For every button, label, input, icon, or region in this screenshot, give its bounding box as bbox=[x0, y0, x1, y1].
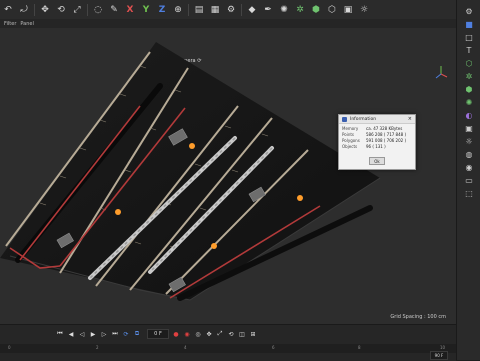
next-frame-icon[interactable]: ▷ bbox=[100, 330, 108, 338]
redo-icon[interactable]: ⤾ bbox=[18, 4, 30, 16]
close-icon[interactable]: × bbox=[408, 116, 412, 122]
brush-icon[interactable]: ✎ bbox=[108, 4, 120, 16]
sky-icon[interactable]: ◍ bbox=[464, 149, 474, 159]
row-value: 96 ( 131 ) bbox=[366, 144, 386, 149]
cube-icon[interactable]: ■ bbox=[464, 19, 474, 29]
render-view-icon[interactable]: ▦ bbox=[209, 4, 221, 16]
spline-icon[interactable]: □ bbox=[464, 32, 474, 42]
record-icon[interactable]: ● bbox=[172, 330, 180, 338]
ok-button[interactable]: Ok bbox=[369, 157, 385, 165]
live-select-icon[interactable]: ◌ bbox=[92, 4, 104, 16]
move-icon[interactable]: ✥ bbox=[39, 4, 51, 16]
playback-controls: ⏮ ◀ ◁ ▶ ▷ ⏭ ⟳ ⧉ 0 F ● ◉ ◎ ✥ ⤢ ⟲ ◫ ⊞ bbox=[56, 329, 260, 339]
autokey-icon[interactable]: ◉ bbox=[183, 330, 191, 338]
dialog-row: Objects 96 ( 131 ) bbox=[342, 144, 412, 150]
z-axis-lock[interactable]: Z bbox=[156, 4, 168, 16]
rotate-icon[interactable]: ⟲ bbox=[55, 4, 67, 16]
position-key-icon[interactable]: ✥ bbox=[205, 330, 213, 338]
frame-ruler[interactable]: 0 2 4 6 8 10 bbox=[0, 344, 456, 353]
subdivision-icon[interactable]: ✺ bbox=[278, 4, 290, 16]
environment-icon[interactable]: ◉ bbox=[464, 162, 474, 172]
array-icon[interactable]: ✲ bbox=[464, 71, 474, 81]
bend-icon[interactable]: ✺ bbox=[464, 97, 474, 107]
ceiling-slab bbox=[0, 42, 380, 300]
grid-spacing-label: Grid Spacing : 100 cm bbox=[390, 314, 446, 320]
pla-key-icon[interactable]: ⊞ bbox=[249, 330, 257, 338]
snap-icon[interactable]: ⧉ bbox=[133, 330, 141, 338]
scale-key-icon[interactable]: ⤢ bbox=[216, 330, 224, 338]
coordinate-system-icon[interactable]: ⊕ bbox=[172, 4, 184, 16]
keyframe-selection-icon[interactable]: ◎ bbox=[194, 330, 202, 338]
ruler-tick: 6 bbox=[272, 345, 275, 350]
nurbs-icon[interactable]: ⬡ bbox=[464, 58, 474, 68]
ruler-tick: 8 bbox=[358, 345, 361, 350]
go-to-end-icon[interactable]: ⏭ bbox=[111, 330, 119, 338]
frame-input[interactable]: 0 F bbox=[147, 329, 169, 339]
scene-geometry bbox=[0, 42, 381, 301]
previous-key-icon[interactable]: ◀ bbox=[67, 330, 75, 338]
light-icon[interactable]: ☼ bbox=[358, 4, 370, 16]
text-icon[interactable]: T bbox=[464, 45, 474, 55]
end-frame-input[interactable]: 90 F bbox=[430, 351, 448, 360]
parameter-key-icon[interactable]: ◫ bbox=[238, 330, 246, 338]
dialog-titlebar: Information × bbox=[339, 115, 415, 124]
tag-icon[interactable]: ◐ bbox=[464, 110, 474, 120]
previous-frame-icon[interactable]: ◁ bbox=[78, 330, 86, 338]
main-toolbar: ↶ ⤾ ✥ ⟲ ⤢ ◌ ✎ X Y Z ⊕ ▤ ▦ ⚙ ◆ ✒ ✺ ✲ ⬢ ⬡ … bbox=[0, 0, 456, 20]
ruler-tick: 0 bbox=[8, 345, 11, 350]
menu-filter[interactable]: Filter bbox=[4, 21, 16, 27]
divider bbox=[34, 3, 35, 16]
information-dialog: Information × Memory ca. 47 328 KBytes P… bbox=[338, 114, 416, 170]
pen-icon[interactable]: ✒ bbox=[262, 4, 274, 16]
floor-icon[interactable]: ⬡ bbox=[326, 4, 338, 16]
deformer-icon[interactable]: ⬢ bbox=[310, 4, 322, 16]
rotation-key-icon[interactable]: ⟲ bbox=[227, 330, 235, 338]
render-settings-icon[interactable]: ⚙ bbox=[225, 4, 237, 16]
divider bbox=[241, 3, 242, 16]
render-region-icon[interactable]: ▤ bbox=[193, 4, 205, 16]
gear-icon[interactable]: ⚙ bbox=[464, 6, 474, 16]
undo-icon[interactable]: ↶ bbox=[2, 4, 14, 16]
divider bbox=[87, 3, 88, 16]
timeline-panel: ⏮ ◀ ◁ ▶ ▷ ⏭ ⟳ ⧉ 0 F ● ◉ ◎ ✥ ⤢ ⟲ ◫ ⊞ 0 2 … bbox=[0, 324, 456, 361]
atom-icon[interactable]: ⬢ bbox=[464, 84, 474, 94]
scene-icon[interactable]: ⬚ bbox=[464, 188, 474, 198]
loop-icon[interactable]: ⟳ bbox=[122, 330, 130, 338]
x-axis-lock[interactable]: X bbox=[124, 4, 136, 16]
dialog-title: Information bbox=[350, 116, 377, 122]
go-to-start-icon[interactable]: ⏮ bbox=[56, 330, 64, 338]
row-key: Objects bbox=[342, 144, 358, 149]
camera-icon[interactable]: ▣ bbox=[464, 123, 474, 133]
dialog-body: Memory ca. 47 328 KBytes Points 586 208 … bbox=[339, 124, 415, 152]
play-icon[interactable]: ▶ bbox=[89, 330, 97, 338]
menu-panel[interactable]: Panel bbox=[20, 21, 34, 27]
ruler-tick: 2 bbox=[96, 345, 99, 350]
cloner-icon[interactable]: ✲ bbox=[294, 4, 306, 16]
viewport-menu-bar: Filter Panel bbox=[0, 19, 456, 28]
camera-icon[interactable]: ▣ bbox=[342, 4, 354, 16]
right-palette: ⚙ ■ □ T ⬡ ✲ ⬢ ✺ ◐ ▣ ☼ ◍ ◉ ▭ ⬚ bbox=[456, 0, 480, 360]
cube-icon[interactable]: ◆ bbox=[246, 4, 258, 16]
scale-icon[interactable]: ⤢ bbox=[71, 4, 83, 16]
divider bbox=[188, 3, 189, 16]
ruler-tick: 4 bbox=[184, 345, 187, 350]
floor-icon[interactable]: ▭ bbox=[464, 175, 474, 185]
3d-viewport[interactable]: Camera ⟳ Grid Spacing: 100 cm Informati… bbox=[0, 28, 456, 324]
ruler-tick: 10 bbox=[440, 345, 446, 350]
light-icon[interactable]: ☼ bbox=[464, 136, 474, 146]
y-axis-lock[interactable]: Y bbox=[140, 4, 152, 16]
info-icon bbox=[342, 116, 347, 122]
